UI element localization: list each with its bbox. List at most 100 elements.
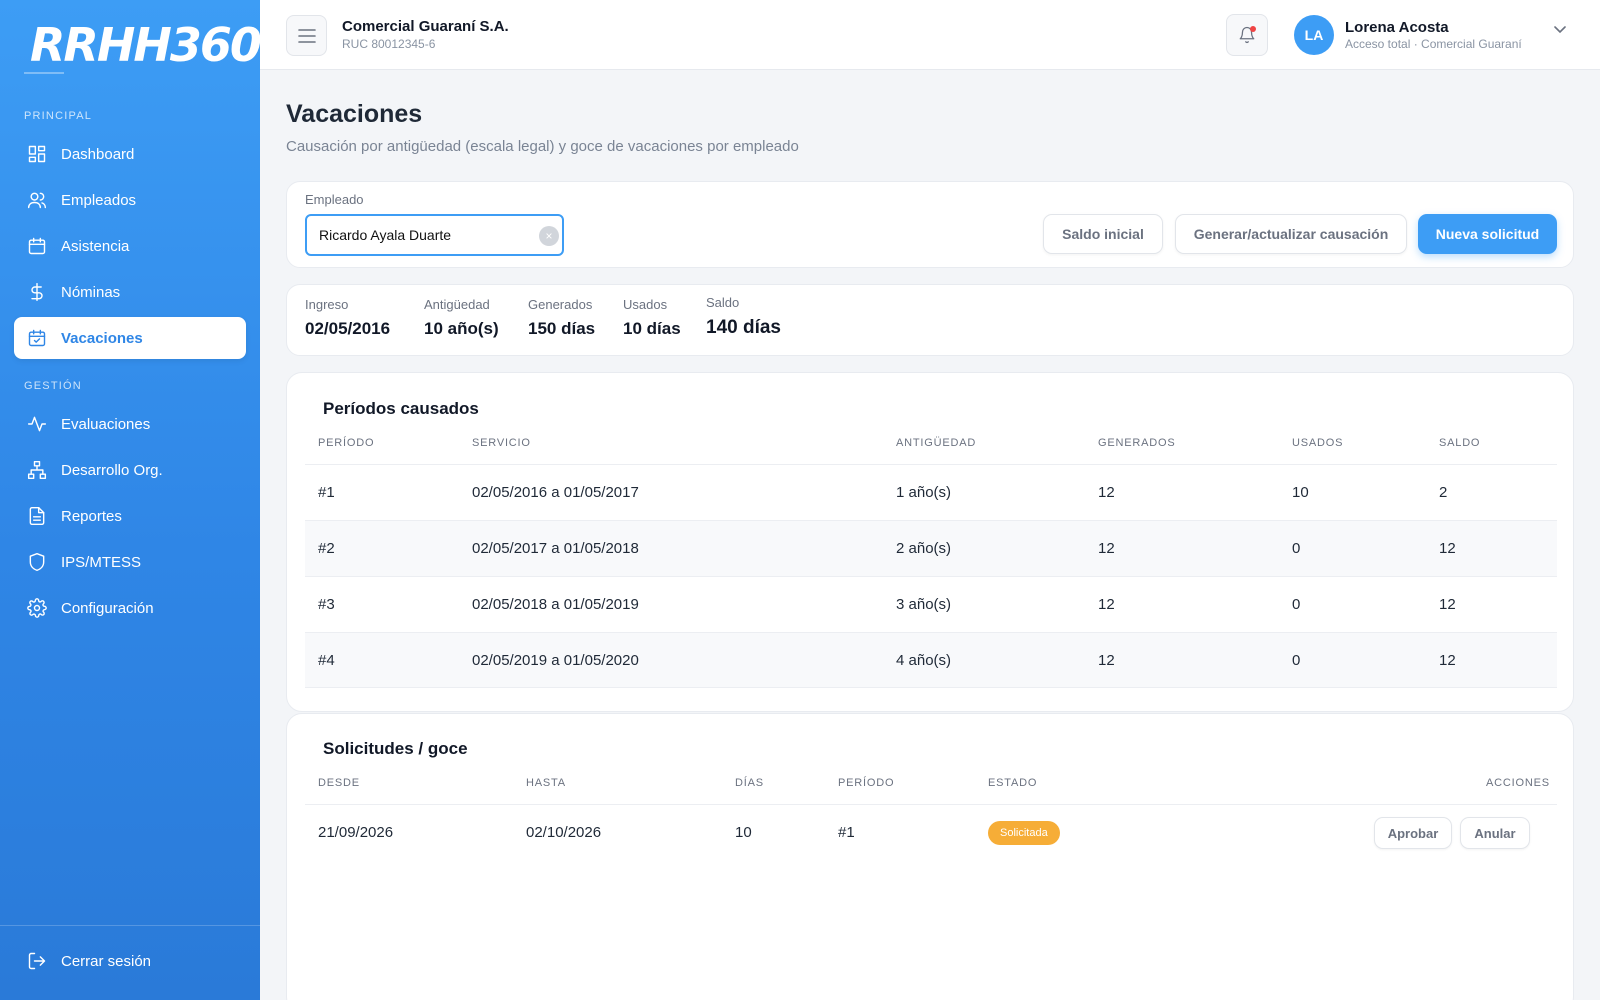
chevron-down-icon[interactable] (1554, 26, 1566, 34)
clear-icon[interactable]: × (539, 226, 559, 246)
nueva-solicitud-button[interactable]: Nueva solicitud (1418, 214, 1557, 254)
org-chart-icon (26, 459, 48, 481)
column-header: USADOS (1292, 437, 1344, 449)
saldo-inicial-button[interactable]: Saldo inicial (1043, 214, 1163, 254)
periodos-title: Períodos causados (323, 399, 479, 418)
summary-saldo: Saldo 140 días (706, 295, 781, 339)
employee-label: Empleado (305, 192, 364, 207)
sidebar-divider (0, 925, 260, 926)
cell-usados: 0 (1292, 596, 1301, 613)
column-header: DÍAS (735, 777, 764, 789)
cell-antiguedad: 3 año(s) (896, 596, 952, 613)
sidebar-item-evaluaciones[interactable]: Evaluaciones (14, 403, 246, 445)
cell-servicio: 02/05/2017 a 01/05/2018 (472, 540, 639, 557)
employee-selector-card: Empleado × Saldo inicial Generar/actuali… (286, 181, 1574, 268)
cell-desde: 21/09/2026 (318, 824, 394, 841)
summary-generados: Generados 150 días (528, 297, 595, 339)
sidebar-item-label: Nóminas (61, 283, 121, 301)
sidebar-item-label: Desarrollo Org. (61, 461, 163, 479)
sidebar-item-label: Asistencia (61, 237, 130, 255)
column-header: ANTIGÜEDAD (896, 437, 977, 449)
sidebar-item-label: Configuración (61, 599, 154, 617)
topbar: Comercial Guaraní S.A. RUC 80012345-6 LA… (260, 0, 1600, 70)
sidebar-item-configuracion[interactable]: Configuración (14, 587, 246, 629)
gear-icon (26, 597, 48, 619)
sidebar-item-label: Empleados (61, 191, 137, 209)
cell-saldo: 12 (1439, 596, 1456, 613)
activity-icon (26, 413, 48, 435)
cell-periodo: #4 (318, 652, 335, 669)
sidebar-item-label: Reportes (61, 507, 122, 525)
table-row: 21/09/2026 02/10/2026 10 #1 Solicitada A… (305, 804, 1557, 860)
column-header: SERVICIO (472, 437, 531, 449)
table-row: #2 02/05/2017 a 01/05/2018 2 año(s) 12 0… (305, 520, 1557, 576)
logout-label: Cerrar sesión (61, 952, 152, 970)
cell-antiguedad: 1 año(s) (896, 484, 952, 501)
user-name: Lorena Acosta (1345, 19, 1449, 36)
logout-button[interactable]: Cerrar sesión (14, 940, 246, 982)
document-icon (26, 505, 48, 527)
summary-antiguedad: Antigüedad 10 año(s) (424, 297, 499, 339)
cell-saldo: 2 (1439, 484, 1448, 501)
summary-value: 02/05/2016 (305, 319, 391, 338)
cell-usados: 10 (1292, 484, 1309, 501)
aprobar-button[interactable]: Aprobar (1374, 817, 1452, 849)
solicitudes-title: Solicitudes / goce (323, 739, 468, 758)
cell-dias: 10 (735, 824, 752, 841)
column-header: HASTA (526, 777, 566, 789)
company-name: Comercial Guaraní S.A. (342, 18, 509, 35)
sidebar-item-asistencia[interactable]: Asistencia (14, 225, 246, 267)
summary-ingreso: Ingreso 02/05/2016 (305, 297, 390, 339)
notifications-button[interactable] (1226, 14, 1268, 56)
calendar-check-icon (26, 327, 48, 349)
sidebar-item-label: Evaluaciones (61, 415, 151, 433)
summary-label: Saldo (706, 295, 740, 310)
column-header: DESDE (318, 777, 360, 789)
sidebar-item-label: IPS/MTESS (61, 553, 142, 571)
dashboard-icon (26, 143, 48, 165)
column-header: SALDO (1439, 437, 1481, 449)
sidebar-item-empleados[interactable]: Empleados (14, 179, 246, 221)
sidebar-item-nominas[interactable]: Nóminas (14, 271, 246, 313)
periodos-table-card: Períodos causados PERÍODO SERVICIO ANTIG… (286, 372, 1574, 712)
cell-generados: 12 (1098, 596, 1115, 613)
avatar[interactable]: LA (1294, 15, 1334, 55)
brand-logo[interactable]: RRHH360° (30, 18, 283, 72)
cell-usados: 0 (1292, 652, 1301, 669)
anular-button[interactable]: Anular (1460, 817, 1530, 849)
cell-usados: 0 (1292, 540, 1301, 557)
column-header: ACCIONES (1486, 777, 1550, 789)
cell-periodo: #1 (318, 484, 335, 501)
cell-generados: 12 (1098, 652, 1115, 669)
page-title: Vacaciones (286, 100, 423, 128)
shield-icon (26, 551, 48, 573)
menu-toggle-button[interactable] (286, 15, 327, 56)
hamburger-icon (297, 28, 316, 43)
calendar-icon (26, 235, 48, 257)
notification-dot (1250, 26, 1256, 32)
cell-antiguedad: 2 año(s) (896, 540, 952, 557)
section-label-principal: PRINCIPAL (24, 110, 93, 122)
generar-causacion-button[interactable]: Generar/actualizar causación (1175, 214, 1407, 254)
summary-label: Ingreso (305, 297, 349, 312)
table-row: #3 02/05/2018 a 01/05/2019 3 año(s) 12 0… (305, 576, 1557, 632)
cell-periodo: #2 (318, 540, 335, 557)
sidebar-item-desarrollo-org[interactable]: Desarrollo Org. (14, 449, 246, 491)
sidebar-item-vacaciones[interactable]: Vacaciones (14, 317, 246, 359)
column-header: PERÍODO (838, 777, 895, 789)
cell-saldo: 12 (1439, 652, 1456, 669)
cell-hasta: 02/10/2026 (526, 824, 602, 841)
solicitudes-table-card: Solicitudes / goce DESDE HASTA DÍAS PERÍ… (286, 713, 1574, 1000)
sidebar-item-ips-mtess[interactable]: IPS/MTESS (14, 541, 246, 583)
cell-antiguedad: 4 año(s) (896, 652, 952, 669)
sidebar-item-label: Dashboard (61, 145, 135, 163)
cell-periodo: #3 (318, 596, 335, 613)
section-label-gestion: GESTIÓN (24, 380, 82, 392)
cell-servicio: 02/05/2016 a 01/05/2017 (472, 484, 639, 501)
company-ruc: RUC 80012345-6 (342, 37, 436, 51)
sidebar-item-dashboard[interactable]: Dashboard (14, 133, 246, 175)
sidebar-item-reportes[interactable]: Reportes (14, 495, 246, 537)
table-row: #1 02/05/2016 a 01/05/2017 1 año(s) 12 1… (305, 464, 1557, 520)
dollar-icon (26, 281, 48, 303)
employee-input[interactable] (305, 214, 564, 256)
